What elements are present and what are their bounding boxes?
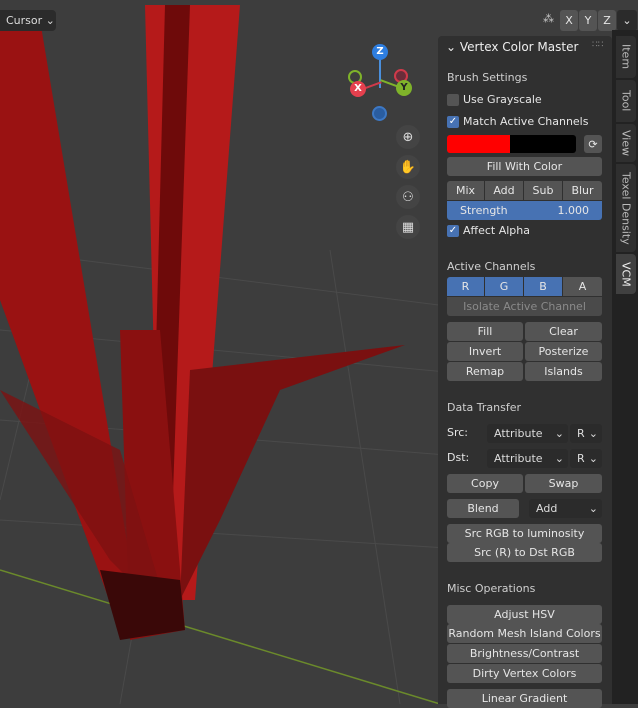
tab-tool[interactable]: Tool: [616, 80, 636, 122]
mirror-icon: ⁂: [543, 12, 554, 25]
axis-x-toggle[interactable]: X: [560, 10, 578, 31]
remap-button[interactable]: Remap: [447, 362, 523, 381]
src-r-to-dst-rgb-button[interactable]: Src (R) to Dst RGB: [447, 543, 602, 562]
dst-channel-dropdown[interactable]: R ⌄: [570, 449, 602, 468]
axis-z-toggle[interactable]: Z: [598, 10, 616, 31]
misc-operations-heading: Misc Operations: [447, 582, 536, 595]
isolate-active-channel-button[interactable]: Isolate Active Channel: [447, 297, 602, 316]
chevron-down-icon: ⌄: [45, 14, 55, 27]
clear-button[interactable]: Clear: [525, 322, 602, 341]
src-channel-dropdown[interactable]: R ⌄: [570, 424, 602, 443]
src-label: Src:: [447, 426, 469, 439]
data-transfer-heading: Data Transfer: [447, 401, 521, 414]
drag-handle-icon[interactable]: ∷∷: [592, 40, 603, 50]
cursor-dropdown[interactable]: Cursor ⌄: [0, 10, 56, 31]
fill-button[interactable]: Fill: [447, 322, 523, 341]
match-active-channels-label: Match Active Channels: [463, 115, 589, 128]
gizmo-z[interactable]: Z: [372, 44, 388, 60]
tab-texel-density[interactable]: Texel Density: [616, 164, 636, 252]
axis-dropdown[interactable]: ⌄: [617, 10, 637, 31]
panel-header[interactable]: ⌄ Vertex Color Master: [446, 40, 578, 54]
match-active-channels-checkbox[interactable]: ✓: [447, 116, 459, 128]
grid-perspective-icon[interactable]: ▦: [396, 215, 420, 239]
invert-button[interactable]: Invert: [447, 342, 523, 361]
camera-icon[interactable]: ⚇: [396, 185, 420, 209]
posterize-button[interactable]: Posterize: [525, 342, 602, 361]
affect-alpha-checkbox[interactable]: ✓: [447, 225, 459, 237]
strength-slider[interactable]: Strength 1.000: [447, 201, 602, 220]
blend-mode-dropdown[interactable]: Add ⌄: [529, 499, 602, 518]
blend-blur-button[interactable]: Blur: [563, 181, 602, 200]
hand-pan-icon[interactable]: ✋: [396, 155, 420, 179]
tab-item[interactable]: Item: [616, 36, 636, 78]
blend-mix-button[interactable]: Mix: [447, 181, 484, 200]
channel-a-toggle[interactable]: A: [563, 277, 602, 296]
blend-button[interactable]: Blend: [447, 499, 519, 518]
islands-button[interactable]: Islands: [525, 362, 602, 381]
fill-with-color-button[interactable]: Fill With Color: [447, 157, 602, 176]
src-attribute-dropdown[interactable]: Attribute ⌄: [487, 424, 568, 443]
brush-settings-heading: Brush Settings: [447, 71, 528, 84]
dst-attribute-dropdown[interactable]: Attribute ⌄: [487, 449, 568, 468]
use-grayscale-checkbox[interactable]: [447, 94, 459, 106]
blend-add-button[interactable]: Add: [485, 181, 523, 200]
zoom-icon[interactable]: ⊕: [396, 125, 420, 149]
tab-vcm[interactable]: VCM: [616, 254, 636, 294]
axis-y-toggle[interactable]: Y: [579, 10, 597, 31]
use-grayscale-label: Use Grayscale: [463, 93, 542, 106]
tab-view[interactable]: View: [616, 124, 636, 162]
swap-icon: ⟳: [588, 137, 598, 151]
src-rgb-to-luminosity-button[interactable]: Src RGB to luminosity: [447, 524, 602, 543]
random-mesh-island-colors-button[interactable]: Random Mesh Island Colors: [447, 624, 602, 643]
channel-b-toggle[interactable]: B: [524, 277, 562, 296]
dirty-vertex-colors-button[interactable]: Dirty Vertex Colors: [447, 664, 602, 683]
chevron-down-icon: ⌄: [446, 40, 457, 54]
gizmo-x[interactable]: X: [350, 81, 366, 97]
linear-gradient-button[interactable]: Linear Gradient: [447, 689, 602, 708]
swap-button[interactable]: Swap: [525, 474, 602, 493]
primary-color-swatch[interactable]: [447, 135, 510, 153]
channel-g-toggle[interactable]: G: [485, 277, 523, 296]
channel-r-toggle[interactable]: R: [447, 277, 484, 296]
copy-button[interactable]: Copy: [447, 474, 523, 493]
affect-alpha-label: Affect Alpha: [463, 224, 531, 237]
dst-label: Dst:: [447, 451, 470, 464]
swap-colors-button[interactable]: ⟳: [584, 135, 602, 153]
secondary-color-swatch[interactable]: [510, 135, 576, 153]
red-mesh: [0, 5, 405, 640]
blend-sub-button[interactable]: Sub: [524, 181, 562, 200]
active-channels-heading: Active Channels: [447, 260, 536, 273]
gizmo-y[interactable]: Y: [396, 80, 412, 96]
adjust-hsv-button[interactable]: Adjust HSV: [447, 605, 602, 624]
brightness-contrast-button[interactable]: Brightness/Contrast: [447, 644, 602, 663]
